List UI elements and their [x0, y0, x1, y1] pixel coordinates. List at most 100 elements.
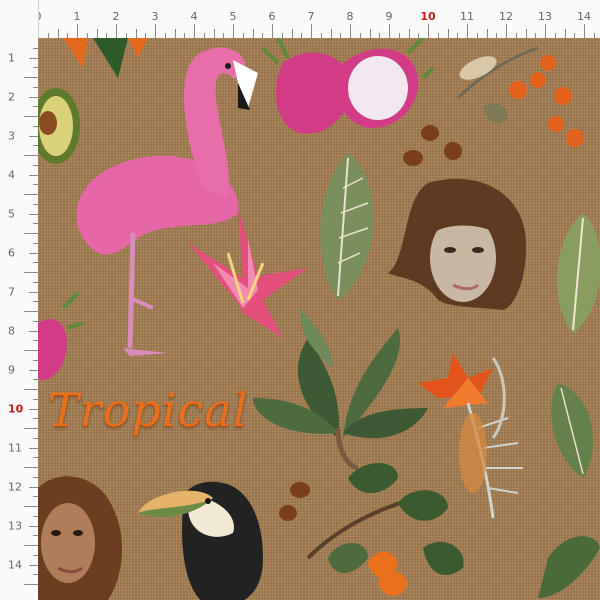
ruler-subtick	[29, 369, 38, 371]
ruler-label: 9	[8, 363, 15, 376]
ruler-tick	[24, 584, 38, 585]
ruler-corner	[0, 0, 38, 38]
ruler-label: 3	[151, 10, 159, 23]
ruler-tick	[24, 155, 38, 156]
ruler-subtick	[29, 252, 38, 254]
ruler-label: 12	[8, 480, 22, 493]
ruler-tick	[24, 389, 38, 390]
fabric-preview: 01234567891011121314 1234567891011121314	[0, 0, 600, 600]
ruler-tick	[24, 467, 38, 468]
leaf-icon	[538, 536, 600, 598]
ruler-label: 12	[499, 10, 513, 23]
ruler-label: 7	[8, 285, 15, 298]
orange-fronds-icon	[63, 38, 148, 78]
ruler-label: 14	[577, 10, 591, 23]
ruler-label: 8	[8, 324, 15, 337]
curly-hair-woman-icon	[38, 476, 123, 600]
ruler-tick	[194, 24, 195, 38]
ruler-tick	[24, 506, 38, 507]
ruler-subtick	[29, 447, 38, 449]
ruler-subtick	[564, 29, 566, 38]
ruler-tick	[428, 24, 429, 38]
ruler-subtick	[29, 408, 38, 410]
ruler-top: 01234567891011121314	[0, 0, 600, 39]
physalis-branch-icon	[306, 463, 464, 596]
ruler-tick	[24, 272, 38, 273]
ruler-label: 7	[307, 10, 315, 23]
ruler-label: 5	[8, 207, 15, 220]
ruler-subtick	[252, 29, 254, 38]
ruler-subtick	[525, 29, 527, 38]
ruler-tick	[24, 116, 38, 117]
dragon-fruit-icon	[261, 38, 435, 134]
ruler-label: 2	[112, 10, 120, 23]
ruler-label: 11	[8, 441, 22, 454]
ruler-tick	[24, 350, 38, 351]
ruler-subtick	[174, 29, 176, 38]
ruler-tick	[77, 24, 78, 38]
ruler-label: 4	[8, 168, 15, 181]
ruler-label: 9	[385, 10, 393, 23]
flamingo-icon	[76, 47, 258, 356]
ruler-label: 13	[8, 519, 22, 532]
ruler-subtick	[29, 174, 38, 176]
orange-berries-icon	[456, 46, 584, 147]
ruler-subtick	[330, 29, 332, 38]
ruler-label: 2	[8, 90, 15, 103]
ruler-tick	[155, 24, 156, 38]
ruler-tick	[233, 24, 234, 38]
ruler-tick	[24, 311, 38, 312]
ruler-subtick	[447, 29, 449, 38]
ruler-subtick	[29, 213, 38, 215]
ruler-subtick	[408, 29, 410, 38]
ruler-tick	[467, 24, 468, 38]
ruler-subtick	[29, 57, 38, 59]
ruler-tick	[311, 24, 312, 38]
ruler-label: 11	[460, 10, 474, 23]
ruler-tick	[389, 24, 390, 38]
toucan-icon	[138, 481, 263, 600]
ruler-tick	[584, 24, 585, 38]
ruler-subtick	[486, 29, 488, 38]
avocado-icon	[38, 88, 80, 164]
ruler-subtick	[29, 564, 38, 566]
ruler-label: 10	[420, 10, 436, 23]
ruler-subtick	[369, 29, 371, 38]
leaf-icon	[557, 213, 600, 333]
ruler-tick	[272, 24, 273, 38]
ruler-label: 1	[73, 10, 81, 23]
leaf-icon	[320, 153, 374, 300]
ruler-subtick	[135, 29, 137, 38]
ruler-subtick	[96, 29, 98, 38]
leaf-icon	[551, 383, 594, 478]
ruler-tick	[24, 77, 38, 78]
ruler-subtick	[29, 96, 38, 98]
tropical-fabric-pattern: Tropical	[38, 38, 600, 600]
ruler-subtick	[291, 29, 293, 38]
dragon-fruit-icon	[38, 291, 84, 380]
ruler-label: 13	[538, 10, 552, 23]
ruler-subtick	[29, 486, 38, 488]
ruler-tick	[545, 24, 546, 38]
ruler-subtick	[29, 525, 38, 527]
ruler-subtick	[29, 135, 38, 137]
ruler-label: 4	[190, 10, 198, 23]
ruler-label: 1	[8, 51, 15, 64]
ruler-subtick	[57, 29, 59, 38]
ruler-tick	[116, 24, 117, 38]
ruler-label: 6	[8, 246, 15, 259]
tropical-word: Tropical	[48, 383, 249, 437]
ruler-tick	[350, 24, 351, 38]
ruler-tick	[24, 233, 38, 234]
ruler-left: 1 2 3 4 5 6 7 8 9 10 11 12 13 14	[0, 0, 39, 600]
ruler-label: 6	[268, 10, 276, 23]
woman-face-icon	[388, 178, 527, 310]
lily-icon	[188, 208, 308, 338]
pattern-artwork	[38, 38, 600, 600]
ruler-tick	[24, 428, 38, 429]
ruler-tick	[506, 24, 507, 38]
ruler-tick	[24, 545, 38, 546]
ruler-subtick	[29, 330, 38, 332]
ruler-label: 8	[346, 10, 354, 23]
ruler-tick	[24, 194, 38, 195]
